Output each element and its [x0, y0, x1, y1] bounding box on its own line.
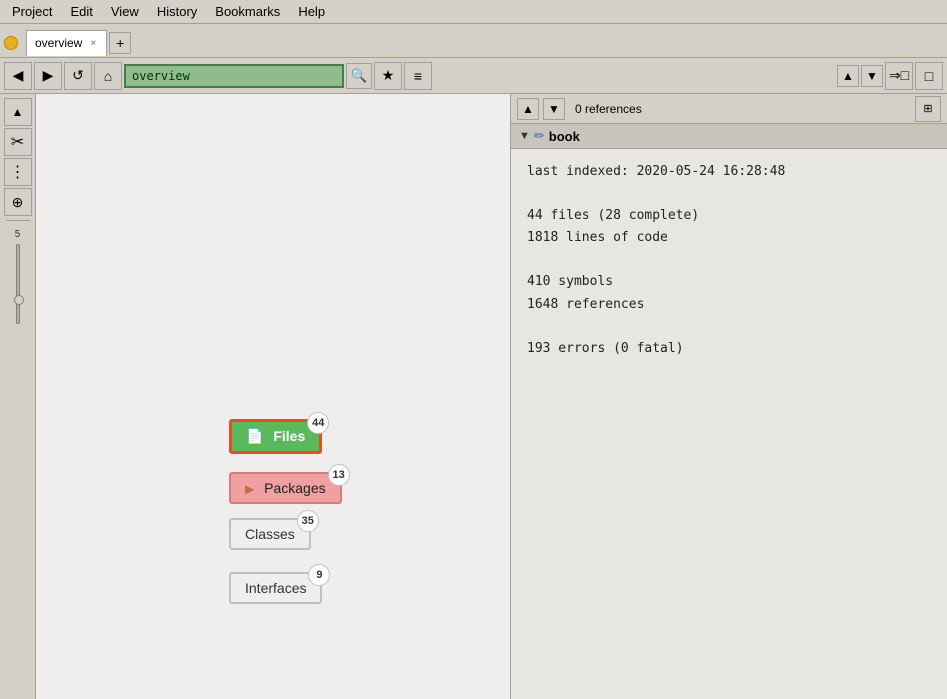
interfaces-badge: 9 [308, 564, 330, 586]
info-line-6: 410 symbols [527, 271, 931, 293]
sidebar-share-button[interactable]: ⊕ [4, 188, 32, 216]
packages-label: Packages [264, 480, 325, 496]
classes-node-box: Classes 35 [229, 518, 311, 550]
zoom-track[interactable] [16, 244, 20, 324]
forward-button[interactable]: ▶ [34, 62, 62, 90]
right-panel-up-button[interactable]: ▲ [517, 98, 539, 120]
tree-header: ▼ ✏ book [511, 124, 947, 149]
menu-view[interactable]: View [103, 2, 147, 21]
tree-label: book [549, 129, 580, 144]
packages-node[interactable]: ▶ Packages 13 [229, 472, 342, 504]
tab-overview[interactable]: overview × [26, 30, 107, 56]
info-content: last indexed: 2020-05-24 16:28:48 44 fil… [511, 149, 947, 699]
sidebar-btn2[interactable]: □ [915, 62, 943, 90]
home-button[interactable]: ⌂ [94, 62, 122, 90]
back-button[interactable]: ◀ [4, 62, 32, 90]
ref-count: 0 references [569, 102, 911, 116]
files-node[interactable]: 📄 Files 44 [229, 419, 322, 454]
tab-add-button[interactable]: + [109, 32, 131, 54]
tree-toggle-icon[interactable]: ▼ [519, 130, 530, 142]
info-line-7: 1648 references [527, 294, 931, 316]
menu-history[interactable]: History [149, 2, 205, 21]
main-layout: ▲ ✂ ⋮ ⊕ 5 📄 Files 44 ▶ Packages 13 [0, 94, 947, 699]
search-button[interactable]: 🔍 [346, 63, 372, 89]
tabbar: overview × + [0, 24, 947, 58]
book-icon: ✏ [534, 128, 545, 144]
info-line-2 [527, 183, 931, 205]
search-box [124, 64, 344, 88]
sidebar-up-button[interactable]: ▲ [4, 98, 32, 126]
menubar: Project Edit View History Bookmarks Help [0, 0, 947, 24]
zoom-thumb[interactable] [14, 295, 24, 305]
menu-button[interactable]: ≡ [404, 62, 432, 90]
zoom-control: 5 [15, 229, 21, 328]
tab-close-button[interactable]: × [88, 38, 98, 49]
classes-node[interactable]: Classes 35 [229, 518, 311, 550]
left-sidebar: ▲ ✂ ⋮ ⊕ 5 [0, 94, 36, 699]
reload-button[interactable]: ↺ [64, 62, 92, 90]
info-line-5 [527, 249, 931, 271]
interfaces-node[interactable]: Interfaces 9 [229, 572, 322, 604]
menu-help[interactable]: Help [290, 2, 333, 21]
tab-title: overview [35, 36, 82, 50]
right-panel-down-button[interactable]: ▼ [543, 98, 565, 120]
zoom-label: 5 [15, 229, 21, 240]
classes-label: Classes [245, 526, 295, 542]
panel-action-button[interactable]: ⊞ [915, 96, 941, 122]
menu-edit[interactable]: Edit [62, 2, 100, 21]
panel-up-button[interactable]: ▲ [837, 65, 859, 87]
menu-bookmarks[interactable]: Bookmarks [207, 2, 288, 21]
sidebar-separator [6, 220, 30, 221]
canvas: 📄 Files 44 ▶ Packages 13 Classes 35 Inte… [36, 94, 510, 699]
search-input[interactable] [124, 64, 344, 88]
files-node-box: 📄 Files 44 [229, 419, 322, 454]
info-line-8 [527, 316, 931, 338]
files-label: Files [273, 428, 305, 444]
sidebar-btn1[interactable]: ⇒□ [885, 62, 913, 90]
sidebar-cut-button[interactable]: ✂ [4, 128, 32, 156]
info-line-4: 1818 lines of code [527, 227, 931, 249]
info-line-1: last indexed: 2020-05-24 16:28:48 [527, 161, 931, 183]
classes-badge: 35 [297, 510, 319, 532]
right-panel-header: ▲ ▼ 0 references ⊞ [511, 94, 947, 124]
menu-project[interactable]: Project [4, 2, 60, 21]
toolbar: ◀ ▶ ↺ ⌂ 🔍 ★ ≡ ▲ ▼ ⇒□ □ [0, 58, 947, 94]
right-panel: ▲ ▼ 0 references ⊞ ▼ ✏ book last indexed… [510, 94, 947, 699]
files-badge: 44 [307, 412, 329, 434]
packages-node-box: ▶ Packages 13 [229, 472, 342, 504]
interfaces-node-box: Interfaces 9 [229, 572, 322, 604]
favorite-button[interactable]: ★ [374, 62, 402, 90]
packages-badge: 13 [328, 464, 350, 486]
interfaces-label: Interfaces [245, 580, 306, 596]
info-line-3: 44 files (28 complete) [527, 205, 931, 227]
files-icon: 📄 [246, 428, 263, 444]
traffic-light [4, 36, 18, 50]
panel-down-button[interactable]: ▼ [861, 65, 883, 87]
sidebar-split-button[interactable]: ⋮ [4, 158, 32, 186]
packages-arrow: ▶ [245, 482, 254, 496]
info-line-9: 193 errors (0 fatal) [527, 338, 931, 360]
